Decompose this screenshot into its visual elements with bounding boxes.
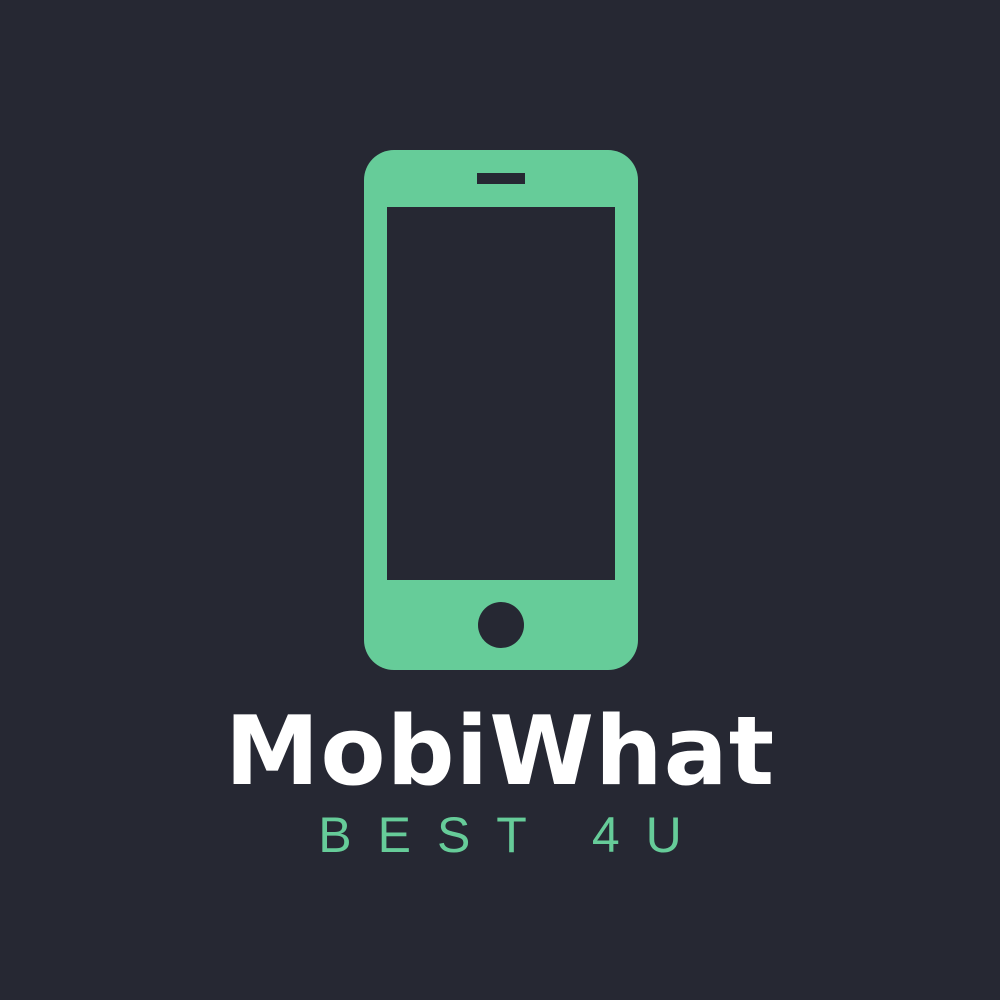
- tagline: BEST 4U: [318, 807, 708, 863]
- phone-speaker: [477, 173, 525, 184]
- phone-home-button: [478, 602, 524, 648]
- brand-name: MobiWhat: [224, 697, 776, 807]
- logo-canvas: MobiWhat BEST 4U: [0, 0, 1000, 1000]
- phone-screen: [387, 207, 615, 580]
- smartphone-icon: [364, 150, 638, 670]
